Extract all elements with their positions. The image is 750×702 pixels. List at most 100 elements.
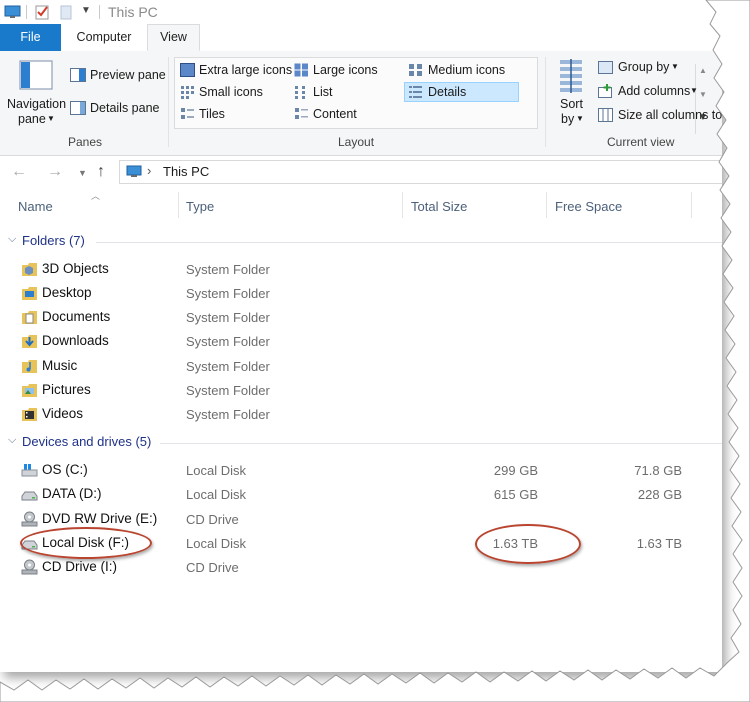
layout-gallery-scroll[interactable]: ▲ ▼ ▼ <box>695 64 712 134</box>
navigation-pane-label[interactable]: Navigation <box>7 97 66 111</box>
3d-objects-icon <box>22 263 37 276</box>
sort-by-dropdown-icon[interactable]: ▼ <box>576 114 584 123</box>
list-item[interactable]: CD Drive (I:) CD Drive <box>0 555 722 579</box>
customize-toolbar-icon[interactable]: ▼ <box>81 5 91 16</box>
sort-by-icon[interactable] <box>556 58 586 94</box>
breadcrumb-chevron-icon[interactable]: › <box>147 163 151 178</box>
list-item[interactable]: Videos System Folder <box>0 402 722 426</box>
downloads-folder-icon <box>22 335 37 348</box>
item-free-space: 228 GB <box>637 487 682 502</box>
size-all-columns-button[interactable]: Size all columns to <box>618 108 722 122</box>
dvd-drive-icon <box>21 511 38 527</box>
content-icon <box>295 108 308 119</box>
item-type: Local Disk <box>186 487 246 502</box>
item-type: System Folder <box>186 262 270 277</box>
item-type: System Folder <box>186 407 270 422</box>
column-header-type[interactable]: Type <box>186 190 214 220</box>
group-title: Devices and drives (5) <box>22 434 152 449</box>
group-by-icon[interactable] <box>598 61 613 74</box>
list-item[interactable]: 3D Objects System Folder <box>0 257 722 281</box>
large-icons-icon <box>294 63 308 77</box>
column-header-free-space[interactable]: Free Space <box>555 190 622 220</box>
tab-file[interactable]: File <box>0 24 61 51</box>
layout-list[interactable]: List <box>292 82 402 102</box>
item-name: DVD RW Drive (E:) <box>42 511 158 526</box>
videos-folder-icon <box>22 408 37 421</box>
item-type: System Folder <box>186 334 270 349</box>
list-item[interactable]: Desktop System Folder <box>0 281 722 305</box>
preview-pane-button[interactable]: Preview pane <box>90 68 166 82</box>
column-header-total-size[interactable]: Total Size <box>411 190 467 220</box>
list-item[interactable]: Downloads System Folder <box>0 329 722 353</box>
up-icon[interactable]: ↑ <box>97 163 105 181</box>
forward-icon[interactable]: → <box>47 163 63 181</box>
window-title: This PC <box>108 4 158 20</box>
layout-gallery: Extra large icons Large icons Medium ico… <box>174 57 708 134</box>
hard-drive-icon <box>21 491 38 501</box>
column-header-name[interactable]: Name <box>18 190 53 220</box>
ribbon-view: Navigation pane ▼ Preview pane Details p… <box>0 51 722 156</box>
details-pane-icon[interactable] <box>70 101 86 115</box>
group-devices-and-drives[interactable]: ⌵ Devices and drives (5) <box>0 431 722 453</box>
group-by-button[interactable]: Group by <box>618 60 669 74</box>
desktop-folder-icon <box>22 287 37 300</box>
add-columns-icon[interactable] <box>598 84 613 98</box>
list-item[interactable]: Pictures System Folder <box>0 378 722 402</box>
breadcrumb-this-pc[interactable]: This PC <box>163 164 209 179</box>
layout-content[interactable]: Content <box>292 104 402 124</box>
item-type: System Folder <box>186 286 270 301</box>
navigation-pane-label-2[interactable]: pane <box>18 112 46 126</box>
cd-drive-icon <box>21 559 38 575</box>
annotation-ellipse-local-disk <box>20 527 152 559</box>
sort-by-label-2[interactable]: by <box>561 112 574 126</box>
layout-list-label: List <box>313 85 333 99</box>
address-bar[interactable]: › This PC <box>119 160 722 184</box>
new-folder-icon[interactable] <box>60 4 72 20</box>
scroll-down-icon[interactable]: ▼ <box>699 90 707 99</box>
item-name: CD Drive (I:) <box>42 559 117 574</box>
back-icon[interactable]: ← <box>11 163 27 181</box>
group-by-dropdown-icon[interactable]: ▼ <box>671 62 679 71</box>
group-folders[interactable]: ⌵ Folders (7) <box>0 230 722 252</box>
layout-medium-icons-label: Medium icons <box>428 63 506 77</box>
item-total-size: 299 GB <box>493 463 538 478</box>
documents-folder-icon <box>22 311 37 324</box>
layout-details[interactable]: Details <box>404 82 519 102</box>
recent-locations-icon[interactable]: ▼ <box>78 168 87 178</box>
item-type: System Folder <box>186 359 270 374</box>
layout-large-icons[interactable]: Large icons <box>292 60 402 80</box>
layout-tiles[interactable]: Tiles <box>178 104 288 124</box>
scroll-up-icon[interactable]: ▲ <box>699 66 707 75</box>
item-type: System Folder <box>186 383 270 398</box>
music-folder-icon <box>22 360 37 373</box>
list-item[interactable]: OS (C:) Local Disk 299 GB 71.8 GB <box>0 458 722 482</box>
item-free-space: 1.63 TB <box>636 536 682 551</box>
layout-extra-large-icons[interactable]: Extra large icons <box>178 60 292 80</box>
layout-small-icons[interactable]: Small icons <box>178 82 288 102</box>
properties-icon[interactable] <box>34 4 50 20</box>
navigation-pane-dropdown-icon[interactable]: ▼ <box>47 114 55 123</box>
item-type: System Folder <box>186 310 270 325</box>
collapse-chevron-icon[interactable]: ⌵ <box>8 434 16 447</box>
list-item[interactable]: Documents System Folder <box>0 305 722 329</box>
collapse-chevron-icon[interactable]: ⌵ <box>8 233 16 246</box>
list-item[interactable]: DATA (D:) Local Disk 615 GB 228 GB <box>0 482 722 506</box>
size-all-columns-icon[interactable] <box>598 108 613 122</box>
item-type: CD Drive <box>186 512 239 527</box>
preview-pane-icon[interactable] <box>70 68 86 82</box>
layout-group-label: Layout <box>338 135 375 149</box>
item-name: OS (C:) <box>42 462 88 477</box>
details-pane-button[interactable]: Details pane <box>90 101 160 115</box>
sort-by-label[interactable]: Sort <box>560 97 583 111</box>
tab-computer[interactable]: Computer <box>63 24 145 51</box>
medium-icons-icon <box>409 64 422 76</box>
this-pc-icon <box>4 5 21 18</box>
navigation-pane-icon[interactable] <box>19 60 53 90</box>
item-name: 3D Objects <box>42 261 109 276</box>
list-item[interactable]: Music System Folder <box>0 354 722 378</box>
tab-view[interactable]: View <box>147 24 200 51</box>
layout-medium-icons[interactable]: Medium icons <box>406 60 518 80</box>
add-columns-button[interactable]: Add columns <box>618 84 690 98</box>
item-type: Local Disk <box>186 536 246 551</box>
add-columns-dropdown-icon[interactable]: ▼ <box>690 86 698 95</box>
